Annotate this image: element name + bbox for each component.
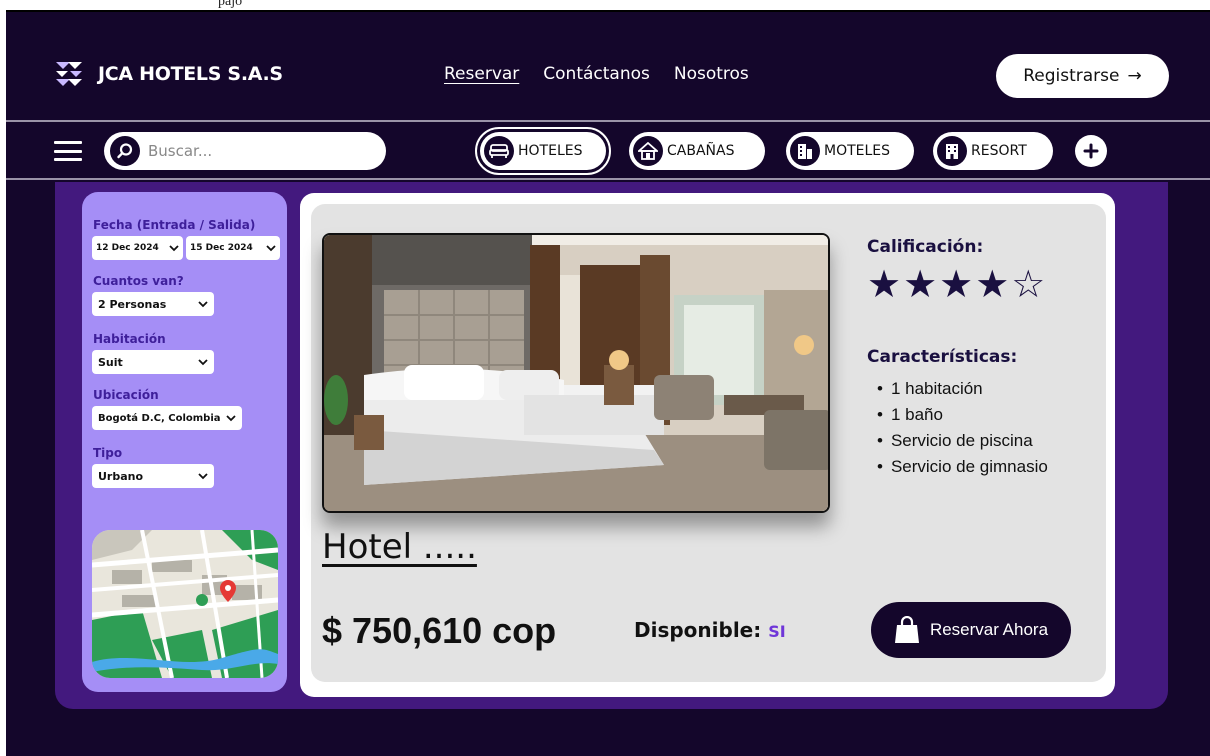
nav-contactanos[interactable]: Contáctanos bbox=[543, 64, 650, 84]
chevron-down-icon bbox=[169, 245, 179, 252]
category-bar: HOTELES CABAÑAS MOTELES RESORT bbox=[6, 120, 1210, 180]
menu-icon[interactable] bbox=[54, 141, 82, 161]
room-select[interactable]: Suit bbox=[92, 350, 214, 374]
guests-select[interactable]: 2 Personas bbox=[92, 292, 214, 316]
chevron-down-icon bbox=[226, 415, 236, 422]
book-now-button[interactable]: Reservar Ahora bbox=[871, 602, 1071, 658]
logo-icon bbox=[56, 62, 82, 86]
chevron-down-icon bbox=[198, 473, 208, 480]
dates-label: Fecha (Entrada / Salida) bbox=[93, 218, 256, 232]
availability: Disponible: SI bbox=[634, 618, 786, 642]
logo[interactable]: JCA HOTELS S.A.S bbox=[54, 59, 283, 89]
feature-item: 1 baño bbox=[877, 402, 1048, 428]
star-rating: ★★★★☆ bbox=[867, 262, 1048, 306]
feature-item: Servicio de gimnasio bbox=[877, 454, 1048, 480]
main-nav: Reservar Contáctanos Nosotros bbox=[444, 64, 749, 84]
tab-moteles[interactable]: MOTELES bbox=[786, 132, 914, 170]
arrow-right-icon: → bbox=[1127, 66, 1142, 86]
features-label: Características: bbox=[867, 347, 1018, 367]
location-value: Bogotá D.C, Colombia bbox=[98, 412, 221, 424]
location-map[interactable] bbox=[92, 530, 278, 678]
guests-label: Cuantos van? bbox=[93, 274, 184, 288]
search-icon[interactable] bbox=[110, 136, 140, 166]
type-label: Tipo bbox=[93, 446, 123, 460]
bed-icon bbox=[484, 136, 514, 166]
site-header: JCA HOTELS S.A.S Reservar Contáctanos No… bbox=[6, 12, 1210, 120]
availability-label: Disponible: bbox=[634, 618, 762, 642]
brand-name: JCA HOTELS S.A.S bbox=[98, 63, 283, 85]
tab-moteles-label: MOTELES bbox=[824, 143, 891, 159]
room-value: Suit bbox=[98, 355, 123, 369]
location-select[interactable]: Bogotá D.C, Colombia bbox=[92, 406, 242, 430]
tab-resort[interactable]: RESORT bbox=[933, 132, 1053, 170]
hotel-card-inner: Hotel ..... $ 750,610 cop Disponible: SI… bbox=[311, 204, 1106, 682]
nav-nosotros[interactable]: Nosotros bbox=[674, 64, 749, 84]
top-strip-text: pajo bbox=[218, 0, 243, 9]
chevron-down-icon bbox=[198, 359, 208, 366]
feature-item: 1 habitación bbox=[877, 376, 1048, 402]
chevron-down-icon bbox=[198, 301, 208, 308]
checkout-select[interactable]: 15 Dec 2024 bbox=[186, 236, 280, 260]
chevron-down-icon bbox=[266, 245, 276, 252]
app-frame: JCA HOTELS S.A.S Reservar Contáctanos No… bbox=[6, 10, 1210, 756]
register-button[interactable]: Registrarse → bbox=[996, 54, 1169, 98]
search-box bbox=[104, 132, 386, 170]
tab-cabanas-label: CABAÑAS bbox=[667, 143, 735, 159]
register-label: Registrarse bbox=[1023, 66, 1120, 86]
availability-value: SI bbox=[768, 622, 786, 641]
plus-icon bbox=[1083, 143, 1099, 159]
hotel-photo[interactable] bbox=[322, 233, 830, 513]
location-label: Ubicación bbox=[93, 388, 159, 402]
tab-resort-label: RESORT bbox=[971, 143, 1027, 159]
add-category-button[interactable] bbox=[1075, 135, 1107, 167]
book-now-label: Reservar Ahora bbox=[929, 620, 1049, 639]
hotel-card: Hotel ..... $ 750,610 cop Disponible: SI… bbox=[300, 193, 1115, 697]
guests-value: 2 Personas bbox=[98, 297, 167, 311]
features-list: 1 habitación 1 baño Servicio de piscina … bbox=[877, 376, 1048, 480]
nav-reservar[interactable]: Reservar bbox=[444, 64, 519, 84]
content-panel: Fecha (Entrada / Salida) 12 Dec 2024 15 … bbox=[55, 182, 1168, 709]
tab-hoteles-label: HOTELES bbox=[518, 143, 583, 159]
resort-icon bbox=[937, 136, 967, 166]
checkin-select[interactable]: 12 Dec 2024 bbox=[92, 236, 183, 260]
rating-label: Calificación: bbox=[867, 237, 984, 257]
feature-item: Servicio de piscina bbox=[877, 428, 1048, 454]
shopping-bag-icon bbox=[894, 616, 919, 643]
room-label: Habitación bbox=[93, 332, 166, 346]
cabin-icon bbox=[633, 136, 663, 166]
tab-cabanas[interactable]: CABAÑAS bbox=[629, 132, 765, 170]
hotel-price: $ 750,610 cop bbox=[322, 610, 557, 651]
checkin-value: 12 Dec 2024 bbox=[96, 243, 159, 253]
type-value: Urbano bbox=[98, 469, 144, 483]
filters-sidebar: Fecha (Entrada / Salida) 12 Dec 2024 15 … bbox=[82, 192, 287, 692]
tab-hoteles[interactable]: HOTELES bbox=[475, 127, 611, 175]
type-select[interactable]: Urbano bbox=[92, 464, 214, 488]
checkout-value: 15 Dec 2024 bbox=[190, 243, 253, 253]
motel-icon bbox=[790, 136, 820, 166]
search-input[interactable] bbox=[148, 142, 368, 160]
hotel-name-link[interactable]: Hotel ..... bbox=[322, 527, 477, 567]
